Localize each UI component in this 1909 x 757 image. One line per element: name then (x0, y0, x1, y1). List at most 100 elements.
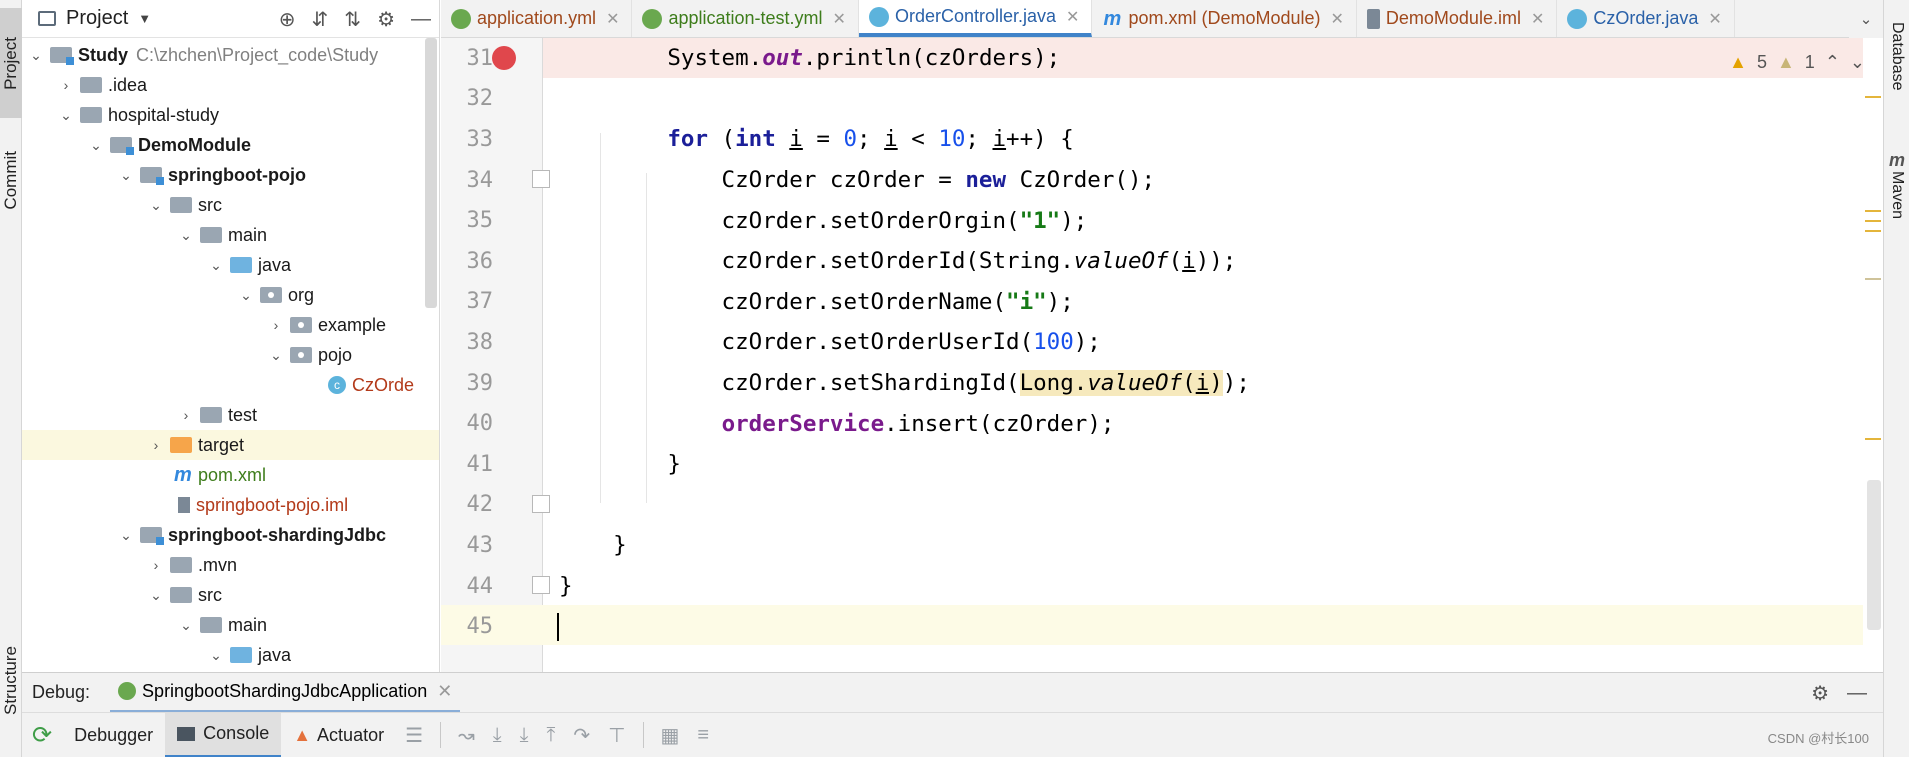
expand-all-icon[interactable]: ⇵ (312, 7, 329, 32)
tab-czorder-java[interactable]: CzOrder.java ✕ (1557, 0, 1735, 37)
tool-window-structure[interactable]: Structure (0, 625, 22, 735)
tool-window-commit[interactable]: Commit (0, 130, 22, 230)
close-icon[interactable]: ✕ (606, 9, 619, 29)
code-line[interactable]: 45 (441, 606, 1883, 647)
code-text[interactable]: czOrder.setOrderUserId(100); (559, 329, 1101, 355)
project-panel-title[interactable]: Project (66, 7, 128, 30)
tree-item-src[interactable]: ⌄ src (22, 580, 439, 610)
tab-actuator[interactable]: ▲ Actuator (281, 713, 396, 757)
tree-item-czorder[interactable]: c CzOrde (22, 370, 439, 400)
tool-window-project[interactable]: Project (0, 8, 22, 118)
code-line[interactable]: 33 for (int i = 0; i < 10; i++) { (441, 119, 1883, 160)
chevron-down-icon[interactable]: ⌄ (206, 257, 226, 274)
chevron-right-icon[interactable]: › (266, 317, 286, 333)
tree-item-springboot-shardingjdbc[interactable]: ⌄ springboot-shardingJdbc (22, 520, 439, 550)
code-line[interactable]: 36 czOrder.setOrderId(String.valueOf(i))… (441, 241, 1883, 282)
code-text[interactable]: czOrder.setOrderName("i"); (559, 289, 1074, 315)
step-over-icon[interactable]: ⤓ (484, 724, 511, 747)
code-text[interactable]: orderService.insert(czOrder); (559, 411, 1115, 437)
tab-console[interactable]: Console (165, 712, 282, 757)
tab-ordercontroller-java[interactable]: OrderController.java ✕ (858, 0, 1093, 37)
menu-icon[interactable]: ☰ (396, 723, 432, 748)
tree-item-main[interactable]: ⌄ main (22, 610, 439, 640)
collapse-all-icon[interactable]: ⇅ (344, 7, 361, 32)
chevron-down-icon[interactable]: ⌄ (146, 587, 166, 604)
tree-item-example[interactable]: › example (22, 310, 439, 340)
chevron-down-icon[interactable]: ⌄ (26, 47, 46, 64)
layout-settings-icon[interactable]: ≡ (688, 724, 718, 747)
code-line[interactable]: 43 } (441, 525, 1883, 566)
code-line[interactable]: 38 czOrder.setOrderUserId(100); (441, 322, 1883, 363)
code-text[interactable]: } (559, 532, 627, 558)
code-text[interactable]: } (559, 451, 681, 477)
tool-window-database[interactable]: Database (1884, 22, 1909, 91)
tree-item-hospital-study[interactable]: ⌄ hospital-study (22, 100, 439, 130)
code-text[interactable]: for (int i = 0; i < 10; i++) { (559, 126, 1073, 152)
tree-item-main[interactable]: ⌄ main (22, 220, 439, 250)
code-line[interactable]: 40 orderService.insert(czOrder); (441, 403, 1883, 444)
hide-icon[interactable]: — (1847, 682, 1867, 705)
tab-application-yml[interactable]: application.yml ✕ (441, 0, 633, 37)
tree-item-java[interactable]: ⌄ java (22, 250, 439, 280)
code-line[interactable]: 44} (441, 566, 1883, 607)
tab-application-test-yml[interactable]: application-test.yml ✕ (632, 0, 859, 37)
tree-item-idea[interactable]: › .idea (22, 70, 439, 100)
chevron-down-icon[interactable]: ⌄ (176, 617, 196, 634)
code-text[interactable]: CzOrder czOrder = new CzOrder(); (559, 167, 1156, 193)
tree-item-pom[interactable]: m pom.xml (22, 460, 439, 490)
chevron-down-icon[interactable]: ⌄ (176, 227, 196, 244)
debug-session-tab[interactable]: SpringbootShardingJdbcApplication ✕ (110, 673, 461, 713)
breakpoint-icon[interactable] (492, 46, 516, 70)
code-text[interactable]: czOrder.setOrderOrgin("1"); (559, 208, 1088, 234)
close-icon[interactable]: ✕ (437, 681, 452, 702)
editor-scroll-thumb[interactable] (1867, 480, 1881, 630)
table-icon[interactable]: ▦ (652, 723, 689, 748)
project-tree-scrollbar[interactable] (425, 38, 437, 308)
fold-marker-icon[interactable] (532, 495, 550, 513)
close-icon[interactable]: ✕ (1331, 9, 1344, 29)
gear-icon[interactable]: ⚙ (1811, 681, 1829, 706)
chevron-right-icon[interactable]: › (56, 77, 76, 93)
tree-item-pojo-iml[interactable]: springboot-pojo.iml (22, 490, 439, 520)
code-line[interactable]: 35 czOrder.setOrderOrgin("1"); (441, 200, 1883, 241)
fold-marker-icon[interactable] (532, 170, 550, 188)
close-icon[interactable]: ✕ (1531, 9, 1544, 29)
code-editor[interactable]: 31 System.out.println(czOrders); 32 33 for… (441, 38, 1883, 672)
chevron-right-icon[interactable]: › (146, 557, 166, 573)
chevron-down-icon[interactable]: ⌄ (236, 287, 256, 304)
code-line[interactable]: 41 } (441, 444, 1883, 485)
fold-marker-icon[interactable] (532, 576, 550, 594)
chevron-right-icon[interactable]: › (176, 407, 196, 423)
tab-pom-xml[interactable]: m pom.xml (DemoModule) ✕ (1092, 0, 1357, 37)
chevron-down-icon[interactable]: ▼ (138, 11, 151, 26)
tree-item-src[interactable]: ⌄ src (22, 190, 439, 220)
show-execution-point-icon[interactable]: ↝ (449, 723, 484, 748)
code-line[interactable]: 37 czOrder.setOrderName("i"); (441, 282, 1883, 323)
code-line[interactable]: 39 czOrder.setShardingId(Long.valueOf(i)… (441, 363, 1883, 404)
error-stripe-mark[interactable] (1865, 210, 1881, 212)
inspection-widget[interactable]: ▲ 5 ▲ 1 ⌃ ⌄ (1729, 52, 1865, 73)
chevron-down-icon[interactable]: ⌄ (266, 347, 286, 364)
rerun-icon[interactable]: ⟳ (22, 721, 62, 750)
tree-item-pojo[interactable]: ⌄ pojo (22, 340, 439, 370)
error-stripe-mark[interactable] (1865, 96, 1881, 98)
code-text[interactable]: } (559, 573, 573, 599)
tree-item-mvn[interactable]: › .mvn (22, 550, 439, 580)
error-stripe-mark[interactable] (1865, 278, 1881, 280)
editor-scrollbar[interactable] (1863, 38, 1883, 672)
close-icon[interactable]: ✕ (1708, 9, 1721, 29)
code-line[interactable]: 31 System.out.println(czOrders); (441, 38, 1883, 79)
tree-item-demomodule[interactable]: ⌄ DemoModule (22, 130, 439, 160)
chevron-down-icon[interactable]: ⌄ (116, 167, 136, 184)
tree-item-java[interactable]: ⌄ java (22, 640, 439, 670)
chevron-down-icon[interactable]: ⌄ (116, 527, 136, 544)
tree-item-test[interactable]: › test (22, 400, 439, 430)
tab-demomodule-iml[interactable]: DemoModule.iml ✕ (1357, 0, 1558, 37)
code-line[interactable]: 42 (441, 485, 1883, 526)
tree-item-target[interactable]: › target (22, 430, 439, 460)
step-into-icon[interactable]: ⤓ (511, 724, 538, 747)
code-line[interactable]: 32 (441, 79, 1883, 120)
step-out-icon[interactable]: ⤒ (537, 724, 564, 747)
locate-icon[interactable]: ⊕ (279, 7, 296, 32)
chevron-down-icon[interactable]: ⌄ (146, 197, 166, 214)
